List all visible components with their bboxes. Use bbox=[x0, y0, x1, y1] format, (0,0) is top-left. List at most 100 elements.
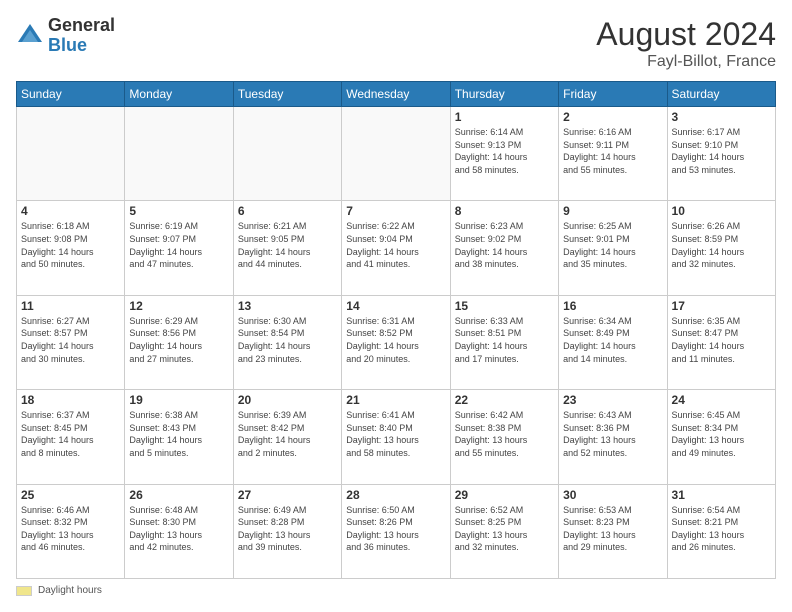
logo: General Blue bbox=[16, 16, 115, 56]
day-info: Sunrise: 6:53 AMSunset: 8:23 PMDaylight:… bbox=[563, 504, 662, 554]
calendar-cell: 2 Sunrise: 6:16 AMSunset: 9:11 PMDaylight… bbox=[559, 107, 667, 201]
calendar-cell bbox=[125, 107, 233, 201]
calendar-week-4: 25Sunrise: 6:46 AMSunset: 8:32 PMDayligh… bbox=[17, 484, 776, 578]
day-number: 11 bbox=[21, 299, 120, 313]
day-number: 25 bbox=[21, 488, 120, 502]
day-number: 31 bbox=[672, 488, 771, 502]
calendar-week-3: 18 Sunrise: 6:37 AMSunset: 8:45 PMDayligh… bbox=[17, 390, 776, 484]
day-number: 30 bbox=[563, 488, 662, 502]
day-header-thursday: Thursday bbox=[450, 82, 558, 107]
day-header-tuesday: Tuesday bbox=[233, 82, 341, 107]
day-number: 7 bbox=[346, 204, 445, 218]
calendar-cell: 20Sunrise: 6:39 AMSunset: 8:42 PMDayligh… bbox=[233, 390, 341, 484]
day-header-sunday: Sunday bbox=[17, 82, 125, 107]
day-info: Sunrise: 6:27 AMSunset: 8:57 PMDaylight:… bbox=[21, 315, 120, 365]
calendar-cell: 25Sunrise: 6:46 AMSunset: 8:32 PMDayligh… bbox=[17, 484, 125, 578]
day-number: 23 bbox=[563, 393, 662, 407]
calendar-cell: 12Sunrise: 6:29 AMSunset: 8:56 PMDayligh… bbox=[125, 295, 233, 389]
page: General Blue August 2024 Fayl-Billot, Fr… bbox=[0, 0, 792, 612]
calendar-cell: 23 Sunrise: 6:43 AMSunset: 8:36 PMDayligh… bbox=[559, 390, 667, 484]
day-info: Sunrise: 6:35 AMSunset: 8:47 PMDaylight:… bbox=[672, 315, 771, 365]
day-info: Sunrise: 6:37 AMSunset: 8:45 PMDaylight:… bbox=[21, 409, 120, 459]
day-info: Sunrise: 6:42 AMSunset: 8:38 PMDaylight:… bbox=[455, 409, 554, 459]
title-block: August 2024 Fayl-Billot, France bbox=[596, 16, 776, 71]
day-number: 9 bbox=[563, 204, 662, 218]
day-info: Sunrise: 6:33 AMSunset: 8:51 PMDaylight:… bbox=[455, 315, 554, 365]
header: General Blue August 2024 Fayl-Billot, Fr… bbox=[16, 16, 776, 71]
day-info: Sunrise: 6:18 AMSunset: 9:08 PMDaylight:… bbox=[21, 220, 120, 270]
day-number: 13 bbox=[238, 299, 337, 313]
calendar-cell: 10Sunrise: 6:26 AMSunset: 8:59 PMDayligh… bbox=[667, 201, 775, 295]
calendar-cell: 6Sunrise: 6:21 AMSunset: 9:05 PMDaylight… bbox=[233, 201, 341, 295]
day-info: Sunrise: 6:30 AMSunset: 8:54 PMDaylight:… bbox=[238, 315, 337, 365]
calendar-cell: 9 Sunrise: 6:25 AMSunset: 9:01 PMDaylight… bbox=[559, 201, 667, 295]
day-header-monday: Monday bbox=[125, 82, 233, 107]
location: Fayl-Billot, France bbox=[596, 53, 776, 71]
day-info: Sunrise: 6:45 AMSunset: 8:34 PMDaylight:… bbox=[672, 409, 771, 459]
calendar-week-1: 4 Sunrise: 6:18 AMSunset: 9:08 PMDaylight… bbox=[17, 201, 776, 295]
day-number: 1 bbox=[455, 110, 554, 124]
day-number: 21 bbox=[346, 393, 445, 407]
day-number: 2 bbox=[563, 110, 662, 124]
day-header-saturday: Saturday bbox=[667, 82, 775, 107]
calendar-cell: 31 Sunrise: 6:54 AMSunset: 8:21 PMDayligh… bbox=[667, 484, 775, 578]
logo-icon bbox=[16, 22, 44, 50]
day-number: 3 bbox=[672, 110, 771, 124]
calendar-week-2: 11 Sunrise: 6:27 AMSunset: 8:57 PMDayligh… bbox=[17, 295, 776, 389]
day-info: Sunrise: 6:48 AMSunset: 8:30 PMDaylight:… bbox=[129, 504, 228, 554]
calendar-cell: 21Sunrise: 6:41 AMSunset: 8:40 PMDayligh… bbox=[342, 390, 450, 484]
legend-bar bbox=[16, 586, 32, 596]
day-info: Sunrise: 6:39 AMSunset: 8:42 PMDaylight:… bbox=[238, 409, 337, 459]
calendar-cell: 16Sunrise: 6:34 AMSunset: 8:49 PMDayligh… bbox=[559, 295, 667, 389]
calendar-cell: 14Sunrise: 6:31 AMSunset: 8:52 PMDayligh… bbox=[342, 295, 450, 389]
day-number: 15 bbox=[455, 299, 554, 313]
day-number: 26 bbox=[129, 488, 228, 502]
legend: Daylight hours bbox=[16, 585, 776, 596]
day-number: 5 bbox=[129, 204, 228, 218]
day-number: 4 bbox=[21, 204, 120, 218]
calendar-cell: 24 Sunrise: 6:45 AMSunset: 8:34 PMDayligh… bbox=[667, 390, 775, 484]
calendar-cell: 15 Sunrise: 6:33 AMSunset: 8:51 PMDayligh… bbox=[450, 295, 558, 389]
day-info: Sunrise: 6:22 AMSunset: 9:04 PMDaylight:… bbox=[346, 220, 445, 270]
day-number: 6 bbox=[238, 204, 337, 218]
calendar-cell: 29Sunrise: 6:52 AMSunset: 8:25 PMDayligh… bbox=[450, 484, 558, 578]
day-number: 14 bbox=[346, 299, 445, 313]
day-info: Sunrise: 6:14 AMSunset: 9:13 PMDaylight:… bbox=[455, 126, 554, 176]
calendar-cell: 13 Sunrise: 6:30 AMSunset: 8:54 PMDayligh… bbox=[233, 295, 341, 389]
day-number: 28 bbox=[346, 488, 445, 502]
day-number: 24 bbox=[672, 393, 771, 407]
day-number: 18 bbox=[21, 393, 120, 407]
calendar-cell: 28 Sunrise: 6:50 AMSunset: 8:26 PMDayligh… bbox=[342, 484, 450, 578]
day-info: Sunrise: 6:25 AMSunset: 9:01 PMDaylight:… bbox=[563, 220, 662, 270]
day-info: Sunrise: 6:43 AMSunset: 8:36 PMDaylight:… bbox=[563, 409, 662, 459]
day-number: 8 bbox=[455, 204, 554, 218]
calendar-cell bbox=[342, 107, 450, 201]
logo-blue: Blue bbox=[48, 36, 115, 56]
day-number: 22 bbox=[455, 393, 554, 407]
legend-label: Daylight hours bbox=[38, 585, 102, 596]
calendar-cell: 11 Sunrise: 6:27 AMSunset: 8:57 PMDayligh… bbox=[17, 295, 125, 389]
day-info: Sunrise: 6:50 AMSunset: 8:26 PMDaylight:… bbox=[346, 504, 445, 554]
calendar-table: SundayMondayTuesdayWednesdayThursdayFrid… bbox=[16, 81, 776, 579]
calendar-cell: 27Sunrise: 6:49 AMSunset: 8:28 PMDayligh… bbox=[233, 484, 341, 578]
day-info: Sunrise: 6:54 AMSunset: 8:21 PMDaylight:… bbox=[672, 504, 771, 554]
day-info: Sunrise: 6:17 AMSunset: 9:10 PMDaylight:… bbox=[672, 126, 771, 176]
day-info: Sunrise: 6:29 AMSunset: 8:56 PMDaylight:… bbox=[129, 315, 228, 365]
day-info: Sunrise: 6:26 AMSunset: 8:59 PMDaylight:… bbox=[672, 220, 771, 270]
calendar-cell: 8 Sunrise: 6:23 AMSunset: 9:02 PMDaylight… bbox=[450, 201, 558, 295]
calendar-cell: 7 Sunrise: 6:22 AMSunset: 9:04 PMDaylight… bbox=[342, 201, 450, 295]
calendar-cell: 4 Sunrise: 6:18 AMSunset: 9:08 PMDaylight… bbox=[17, 201, 125, 295]
day-number: 17 bbox=[672, 299, 771, 313]
day-number: 27 bbox=[238, 488, 337, 502]
calendar-cell: 1 Sunrise: 6:14 AMSunset: 9:13 PMDaylight… bbox=[450, 107, 558, 201]
day-info: Sunrise: 6:23 AMSunset: 9:02 PMDaylight:… bbox=[455, 220, 554, 270]
day-info: Sunrise: 6:16 AMSunset: 9:11 PMDaylight:… bbox=[563, 126, 662, 176]
day-info: Sunrise: 6:34 AMSunset: 8:49 PMDaylight:… bbox=[563, 315, 662, 365]
month-year: August 2024 bbox=[596, 16, 776, 53]
calendar-cell: 5Sunrise: 6:19 AMSunset: 9:07 PMDaylight… bbox=[125, 201, 233, 295]
calendar-cell: 3 Sunrise: 6:17 AMSunset: 9:10 PMDaylight… bbox=[667, 107, 775, 201]
calendar-cell: 19Sunrise: 6:38 AMSunset: 8:43 PMDayligh… bbox=[125, 390, 233, 484]
calendar-cell: 22 Sunrise: 6:42 AMSunset: 8:38 PMDayligh… bbox=[450, 390, 558, 484]
calendar-header-row: SundayMondayTuesdayWednesdayThursdayFrid… bbox=[17, 82, 776, 107]
calendar-week-0: 1 Sunrise: 6:14 AMSunset: 9:13 PMDaylight… bbox=[17, 107, 776, 201]
